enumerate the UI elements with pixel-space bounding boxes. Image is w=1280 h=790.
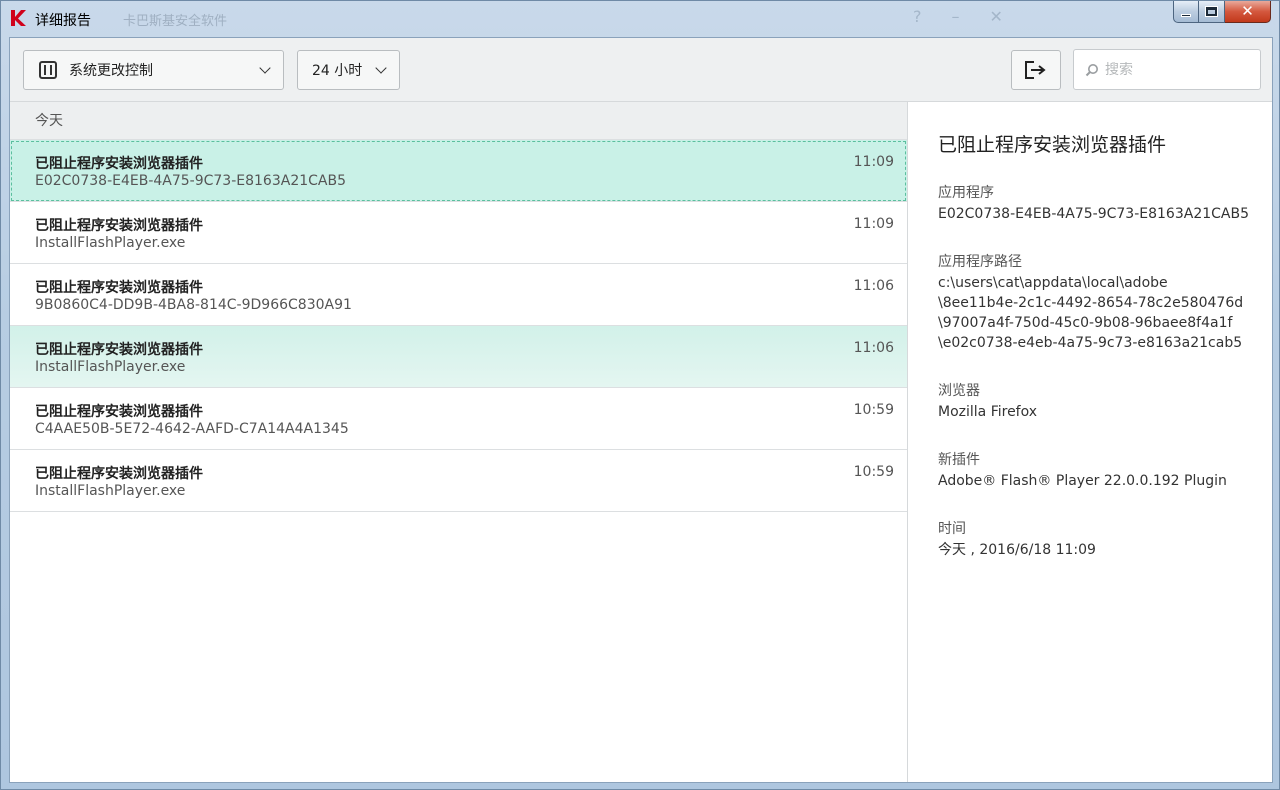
event-title: 已阻止程序安装浏览器插件 (35, 342, 203, 358)
list-item[interactable]: 已阻止程序安装浏览器插件 C4AAE50B-5E72-4642-AAFD-C7A… (10, 388, 907, 450)
group-header-today: 今天 (10, 102, 907, 140)
event-list: 今天 已阻止程序安装浏览器插件 E02C0738-E4EB-4A75-9C73-… (10, 102, 908, 782)
detail-time-label: 时间 (938, 521, 966, 537)
window-controls: ✕ (1173, 1, 1271, 25)
export-icon (1025, 61, 1046, 79)
window-title: 详细报告 (35, 13, 91, 29)
event-subtitle: 9B0860C4-DD9B-4BA8-814C-9D966C830A91 (35, 297, 352, 313)
detail-path-line-2: \8ee11b4e-2c1c-4492-8654-78c2e580476d (938, 295, 1244, 311)
detail-plugin-value: Adobe® Flash® Player 22.0.0.192 Plugin (938, 473, 1227, 489)
detail-path-label: 应用程序路径 (938, 254, 1022, 270)
background-minimize-icon: – (951, 7, 960, 26)
detail-app-value: E02C0738-E4EB-4A75-9C73-E8163A21CAB5 (938, 206, 1250, 222)
event-subtitle: InstallFlashPlayer.exe (35, 483, 186, 499)
event-time: 11:09 (853, 154, 894, 170)
report-window: 详细报告 卡巴斯基安全软件 ? – ✕ ✕ 系统更改控制 24 小时 搜索 今天… (0, 0, 1280, 790)
background-close-icon: ✕ (989, 7, 1003, 26)
search-input[interactable] (1105, 61, 1255, 78)
event-title: 已阻止程序安装浏览器插件 (35, 218, 203, 234)
category-dropdown[interactable]: 系统更改控制 (23, 50, 284, 90)
event-title: 已阻止程序安装浏览器插件 (35, 280, 203, 296)
system-changes-icon (39, 61, 57, 79)
search-box[interactable] (1073, 49, 1261, 90)
detail-time-value: 今天 , 2016/6/18 11:09 (938, 542, 1096, 558)
event-time: 11:06 (853, 340, 894, 356)
event-time: 10:59 (853, 464, 894, 480)
close-button[interactable]: ✕ (1225, 1, 1271, 23)
minimize-icon (1181, 14, 1191, 17)
kaspersky-logo-icon (11, 10, 26, 26)
category-dropdown-label: 系统更改控制 (69, 63, 153, 79)
event-title: 已阻止程序安装浏览器插件 (35, 156, 203, 172)
list-item[interactable]: 已阻止程序安装浏览器插件 InstallFlashPlayer.exe 11:0… (10, 326, 907, 388)
detail-path-line-1: c:\users\cat\appdata\local\adobe (938, 275, 1168, 291)
maximize-icon (1206, 7, 1217, 16)
client-area: 系统更改控制 24 小时 搜索 今天 已阻止程序安装浏览器插件 E02C0738… (9, 37, 1273, 783)
event-title: 已阻止程序安装浏览器插件 (35, 466, 203, 482)
event-time: 11:06 (853, 278, 894, 294)
close-icon: ✕ (1241, 2, 1254, 20)
event-subtitle: E02C0738-E4EB-4A75-9C73-E8163A21CAB5 (35, 173, 347, 189)
event-subtitle: InstallFlashPlayer.exe (35, 359, 186, 375)
detail-panel: 已阻止程序安装浏览器插件 应用程序 E02C0738-E4EB-4A75-9C7… (909, 102, 1272, 782)
detail-path-line-3: \97007a4f-750d-45c0-9b08-96baee8f4a1f (938, 315, 1233, 331)
chevron-down-icon (259, 62, 271, 74)
chevron-down-icon (375, 62, 387, 74)
detail-browser-label: 浏览器 (938, 383, 980, 399)
search-icon (1085, 63, 1098, 76)
detail-title: 已阻止程序安装浏览器插件 (938, 134, 1167, 156)
background-window-title: 卡巴斯基安全软件 (123, 14, 228, 29)
event-time: 11:09 (853, 216, 894, 232)
background-help-icon: ? (913, 7, 922, 26)
list-item[interactable]: 已阻止程序安装浏览器插件 InstallFlashPlayer.exe 10:5… (10, 450, 907, 512)
detail-app-label: 应用程序 (938, 185, 994, 201)
export-button[interactable] (1011, 50, 1061, 90)
list-item[interactable]: 已阻止程序安装浏览器插件 9B0860C4-DD9B-4BA8-814C-9D9… (10, 264, 907, 326)
event-title: 已阻止程序安装浏览器插件 (35, 404, 203, 420)
toolbar: 系统更改控制 24 小时 (10, 38, 1272, 102)
detail-plugin-label: 新插件 (938, 452, 980, 468)
detail-browser-value: Mozilla Firefox (938, 404, 1038, 420)
maximize-button[interactable] (1199, 1, 1225, 23)
event-subtitle: InstallFlashPlayer.exe (35, 235, 186, 251)
list-item[interactable]: 已阻止程序安装浏览器插件 InstallFlashPlayer.exe 11:0… (10, 202, 907, 264)
event-subtitle: C4AAE50B-5E72-4642-AAFD-C7A14A4A1345 (35, 421, 349, 437)
period-dropdown[interactable]: 24 小时 (297, 50, 400, 90)
detail-path-line-4: \e02c0738-e4eb-4a75-9c73-e8163a21cab5 (938, 335, 1243, 351)
title-bar[interactable]: 详细报告 卡巴斯基安全软件 ? – ✕ ✕ (1, 1, 1279, 37)
event-time: 10:59 (853, 402, 894, 418)
background-window-controls: ? – ✕ (913, 7, 1003, 26)
list-item[interactable]: 已阻止程序安装浏览器插件 E02C0738-E4EB-4A75-9C73-E81… (10, 140, 907, 202)
period-dropdown-label: 24 小时 (312, 63, 363, 79)
minimize-button[interactable] (1173, 1, 1199, 23)
